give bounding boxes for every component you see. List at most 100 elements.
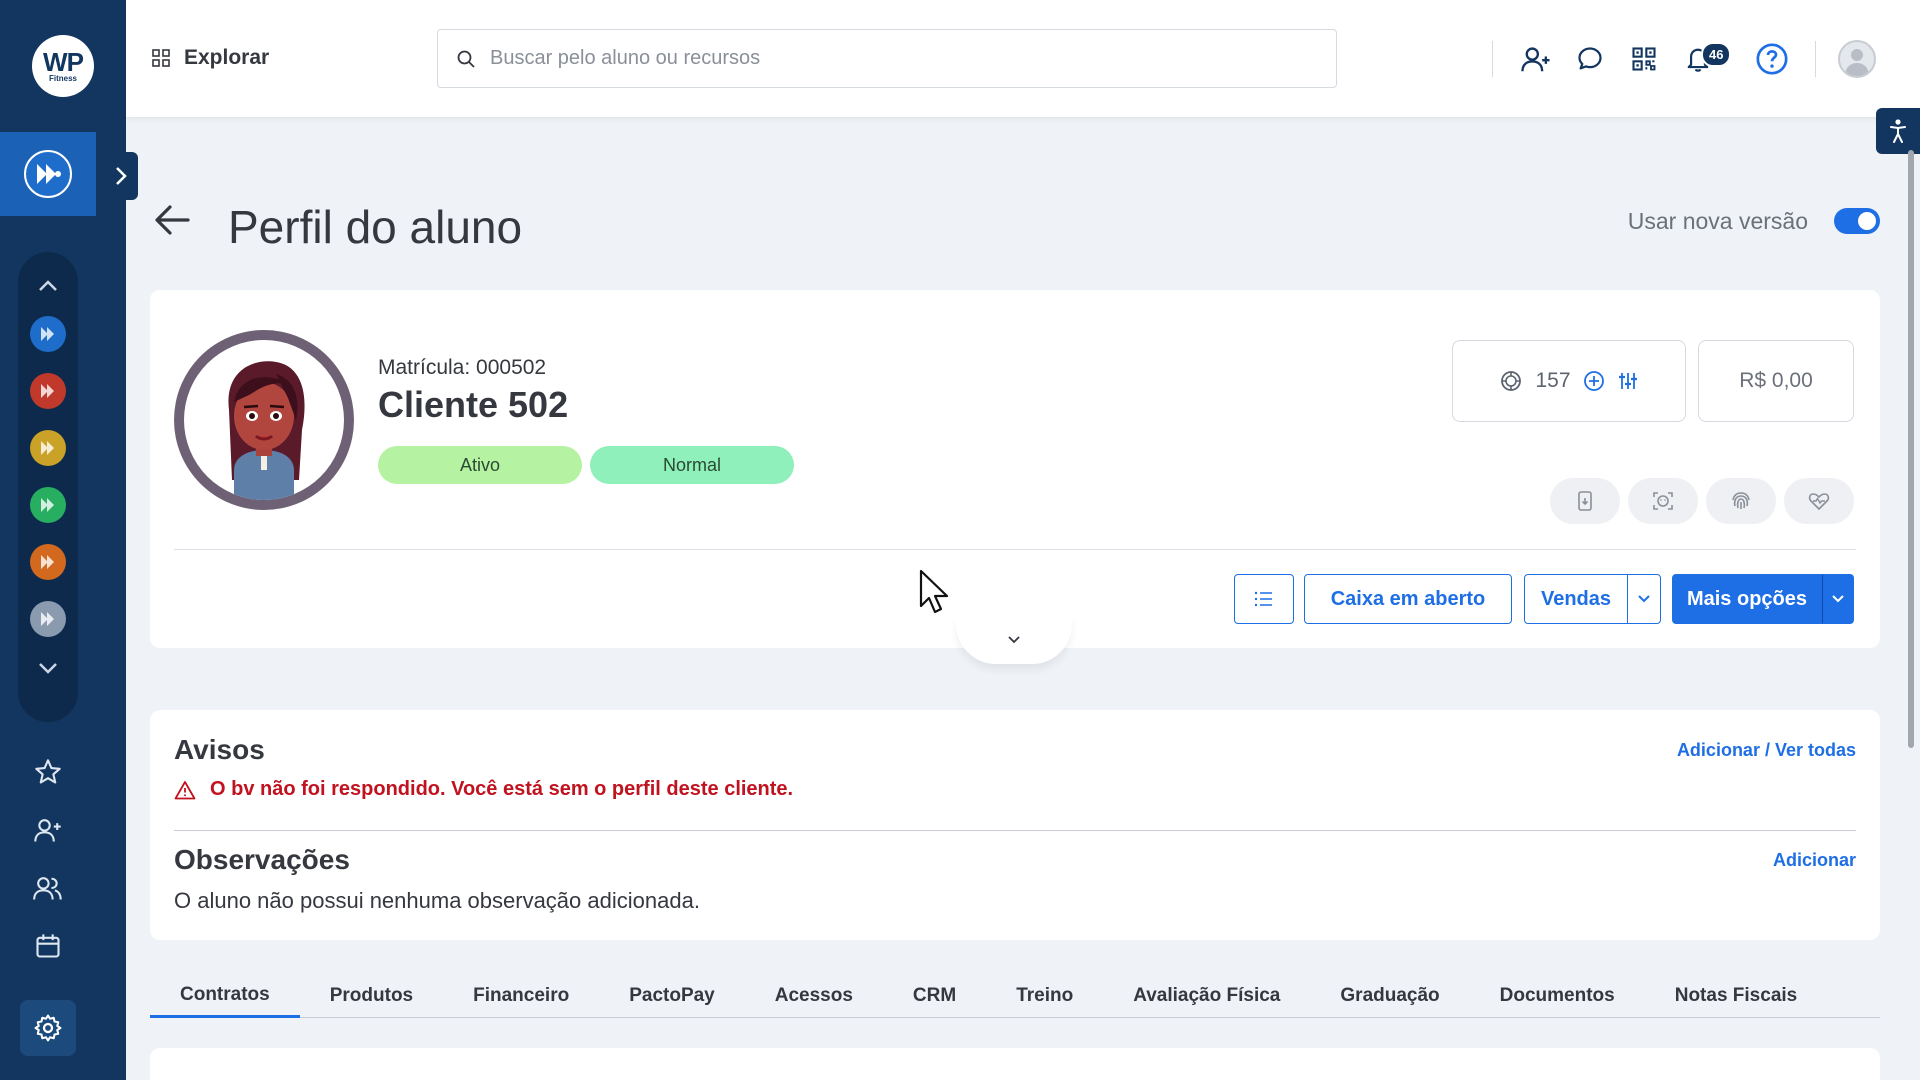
logo-subtext: Fitness xyxy=(48,73,77,83)
status-badge: Ativo xyxy=(378,446,582,484)
sales-dropdown-button[interactable] xyxy=(1627,574,1661,624)
add-user-button[interactable] xyxy=(1509,32,1563,86)
accessibility-button[interactable] xyxy=(1876,108,1920,154)
adjust-points-icon[interactable] xyxy=(1617,370,1639,392)
mouse-cursor-icon xyxy=(918,568,952,621)
tab-crm[interactable]: CRM xyxy=(883,974,986,1018)
tab-documentos[interactable]: Documentos xyxy=(1470,974,1645,1018)
chevron-up-icon[interactable] xyxy=(38,266,58,306)
module-icon-2[interactable] xyxy=(30,373,66,409)
balance-value: R$ 0,00 xyxy=(1739,369,1813,392)
points-icon xyxy=(1501,371,1522,391)
fingerprint-button[interactable] xyxy=(1706,478,1776,524)
new-version-label: Usar nova versão xyxy=(1627,208,1808,234)
chat-button[interactable] xyxy=(1563,32,1617,86)
top-actions: 46 xyxy=(1492,32,1884,86)
search-input[interactable] xyxy=(490,47,1310,70)
users-icon[interactable] xyxy=(28,868,68,908)
observacoes-link[interactable]: Adicionar xyxy=(1773,850,1856,871)
arrow-left-icon xyxy=(155,205,190,235)
list-icon xyxy=(1254,591,1272,607)
module-list xyxy=(18,252,78,722)
gear-icon xyxy=(34,1014,62,1042)
brand-logo[interactable]: WP Fitness xyxy=(32,35,94,97)
sales-button[interactable]: Vendas xyxy=(1524,574,1628,624)
tab-financeiro[interactable]: Financeiro xyxy=(443,974,599,1018)
tab-acessos[interactable]: Acessos xyxy=(745,974,883,1018)
divider xyxy=(1815,41,1816,77)
divider xyxy=(174,830,1856,831)
tab-produtos[interactable]: Produtos xyxy=(300,974,443,1018)
tab-contratos[interactable]: Contratos xyxy=(150,974,300,1018)
tab-avaliacao-fisica[interactable]: Avaliação Física xyxy=(1103,974,1310,1018)
profile-tabs: Contratos Produtos Financeiro PactoPay A… xyxy=(150,974,1880,1018)
qr-code-button[interactable] xyxy=(1617,32,1671,86)
add-user-icon xyxy=(1521,47,1550,72)
risk-badge: Normal xyxy=(590,446,794,484)
explore-menu[interactable]: Explorar xyxy=(152,46,269,70)
matricula-label: Matrícula: 000502 xyxy=(378,356,547,379)
help-button[interactable] xyxy=(1745,32,1799,86)
observacoes-empty-text: O aluno não possui nenhuma observação ad… xyxy=(174,888,700,913)
avatar xyxy=(1838,40,1876,78)
list-button[interactable] xyxy=(1234,574,1294,624)
points-value: 157 xyxy=(1535,369,1571,392)
module-icon-5[interactable] xyxy=(30,544,66,580)
user-menu-button[interactable] xyxy=(1830,32,1884,86)
scrollbar[interactable] xyxy=(1908,150,1914,748)
divider xyxy=(1492,41,1493,77)
module-icon-4[interactable] xyxy=(30,487,66,523)
chevron-down-icon[interactable] xyxy=(38,648,58,688)
quick-actions xyxy=(1550,478,1854,524)
help-icon xyxy=(1756,43,1788,75)
chat-icon xyxy=(1578,47,1602,70)
star-icon[interactable] xyxy=(28,752,68,792)
avatar-illustration xyxy=(184,340,344,500)
expand-profile-button[interactable] xyxy=(956,616,1072,664)
notification-badge: 46 xyxy=(1701,42,1732,67)
open-cashier-button[interactable]: Caixa em aberto xyxy=(1304,574,1512,624)
warning-message: O bv não foi respondido. Você está sem o… xyxy=(174,778,793,801)
client-name: Cliente 502 xyxy=(378,384,569,425)
heart-pulse-icon xyxy=(1808,493,1830,511)
search-icon xyxy=(457,50,475,68)
phone-download-icon xyxy=(1578,491,1592,511)
face-recognition-button[interactable] xyxy=(1628,478,1698,524)
add-user-icon[interactable] xyxy=(28,810,68,850)
grid-icon xyxy=(152,49,170,67)
back-button[interactable] xyxy=(154,204,190,241)
notifications-button[interactable]: 46 xyxy=(1671,32,1732,86)
logo-text: WP xyxy=(43,46,84,77)
add-points-icon[interactable] xyxy=(1583,370,1605,392)
module-icon-3[interactable] xyxy=(30,430,66,466)
active-module[interactable] xyxy=(0,132,96,216)
health-button[interactable] xyxy=(1784,478,1854,524)
chevron-right-icon xyxy=(116,167,127,185)
more-options-dropdown-button[interactable] xyxy=(1822,574,1854,624)
explore-label: Explorar xyxy=(184,46,270,69)
module-icon xyxy=(24,150,72,198)
tab-pactopay[interactable]: PactoPay xyxy=(599,974,745,1018)
more-options-button[interactable]: Mais opções xyxy=(1672,574,1822,624)
chevron-down-icon xyxy=(1638,595,1650,603)
divider xyxy=(174,549,1856,550)
tab-notas-fiscais[interactable]: Notas Fiscais xyxy=(1645,974,1828,1018)
logo-area: WP Fitness xyxy=(0,0,126,132)
avisos-link[interactable]: Adicionar / Ver todas xyxy=(1677,740,1856,761)
notes-card: Avisos Adicionar / Ver todas O bv não fo… xyxy=(150,710,1880,940)
module-icon-6[interactable] xyxy=(30,601,66,637)
settings-button[interactable] xyxy=(20,1000,76,1056)
balance-box: R$ 0,00 xyxy=(1698,340,1854,422)
search-box[interactable] xyxy=(437,29,1337,88)
tab-graduacao[interactable]: Graduação xyxy=(1310,974,1469,1018)
student-avatar[interactable] xyxy=(174,330,354,510)
face-scan-icon xyxy=(1653,492,1673,510)
calendar-icon[interactable] xyxy=(28,926,68,966)
tab-treino[interactable]: Treino xyxy=(986,974,1103,1018)
sidebar-expand-button[interactable] xyxy=(104,152,138,200)
mobile-app-button[interactable] xyxy=(1550,478,1620,524)
qr-code-icon xyxy=(1632,47,1656,71)
fingerprint-icon xyxy=(1732,492,1750,509)
module-icon-1[interactable] xyxy=(30,316,66,352)
new-version-toggle[interactable] xyxy=(1834,208,1880,234)
